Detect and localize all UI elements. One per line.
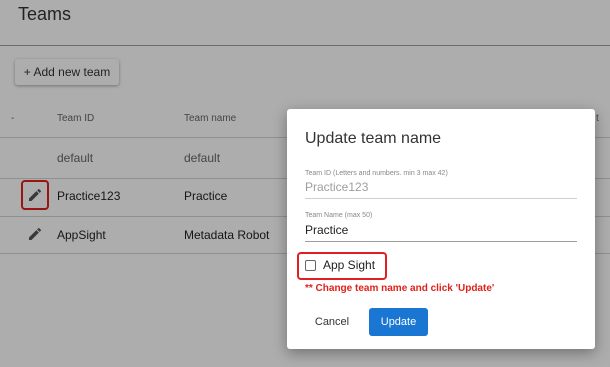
team-name-underline	[305, 241, 577, 242]
team-id-field: Practice123	[305, 180, 369, 194]
highlight-app-sight-checkbox	[297, 252, 387, 280]
instruction-hint: ** Change team name and click 'Update'	[305, 283, 495, 294]
team-name-label: Team Name (max 50)	[305, 212, 373, 219]
team-id-underline	[305, 198, 577, 199]
cancel-button[interactable]: Cancel	[305, 308, 359, 336]
team-name-field[interactable]: Practice	[305, 223, 348, 237]
update-team-dialog: Update team name Team ID (Letters and nu…	[287, 109, 595, 349]
update-button[interactable]: Update	[369, 308, 428, 336]
dialog-title: Update team name	[305, 130, 442, 147]
team-id-label: Team ID (Letters and numbers. min 3 max …	[305, 170, 448, 177]
